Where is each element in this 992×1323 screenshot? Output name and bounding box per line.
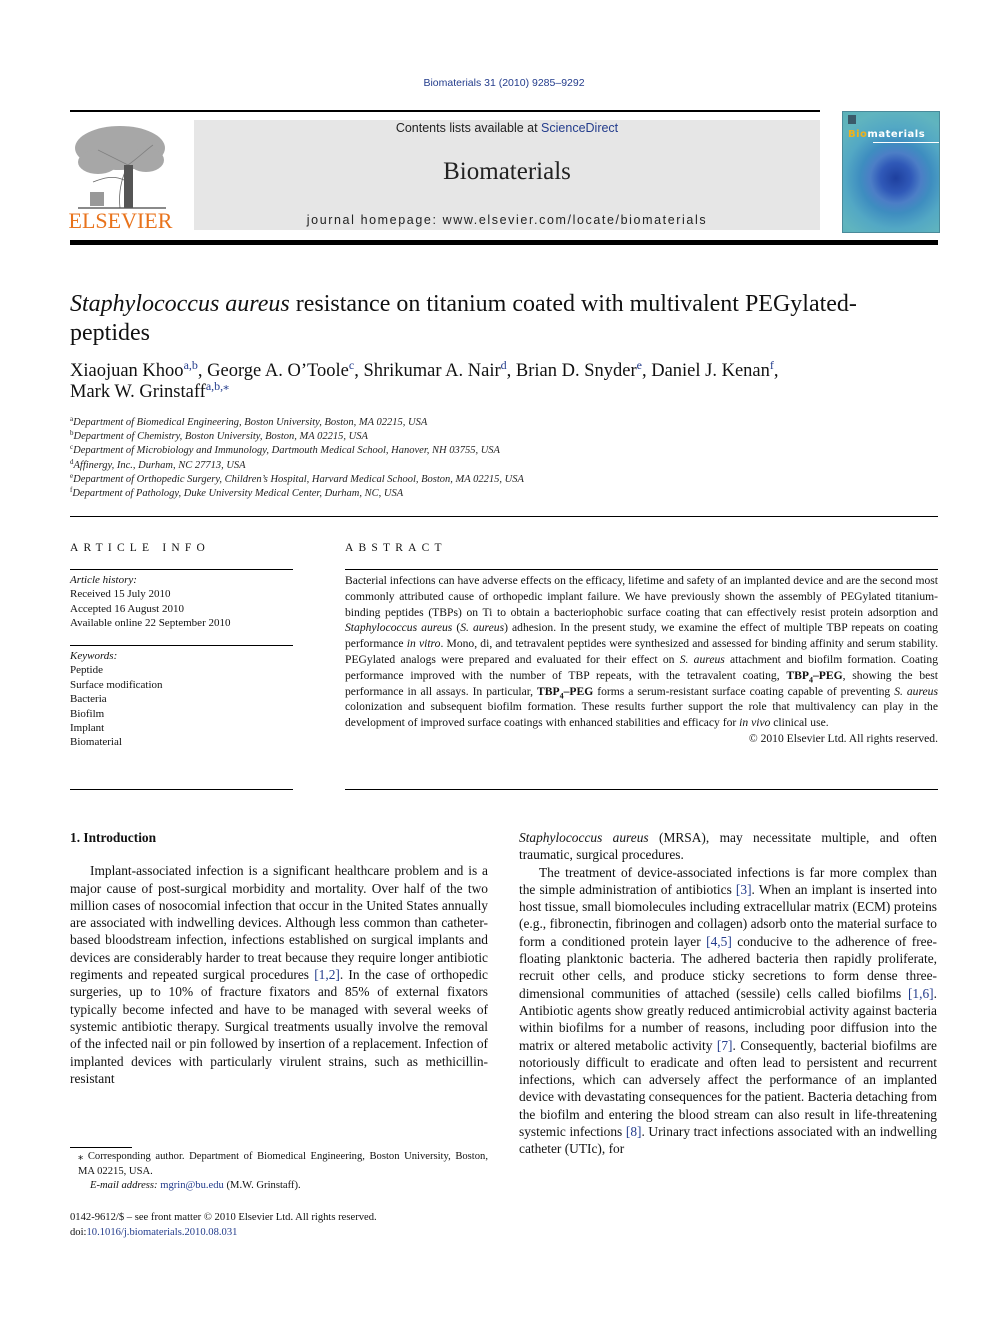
footnote-rule xyxy=(70,1147,132,1148)
journal-banner: Contents lists available at ScienceDirec… xyxy=(194,120,820,230)
affiliation: cDepartment of Microbiology and Immunolo… xyxy=(70,444,940,458)
affiliation-text: Department of Orthopedic Surgery, Childr… xyxy=(73,473,524,485)
journal-cover-image[interactable]: Biomaterials xyxy=(842,111,940,233)
elsevier-wordmark: ELSEVIER xyxy=(68,208,173,233)
intro-paragraph-1-cont: Staphylococcus aureus (MRSA), may necess… xyxy=(519,830,937,863)
corresponding-author-text: ⁎ Corresponding author. Department of Bi… xyxy=(78,1151,488,1177)
elsevier-logo[interactable]: ELSEVIER xyxy=(68,120,173,234)
sciencedirect-link[interactable]: ScienceDirect xyxy=(541,121,618,135)
compound-tbp4-peg: TBP4–PEG xyxy=(786,668,843,685)
affiliation-list: aDepartment of Biomedical Engineering, B… xyxy=(70,416,940,501)
keywords-rule xyxy=(70,645,293,646)
affiliation-text: Department of Pathology, Duke University… xyxy=(72,488,404,500)
author-separator: , xyxy=(197,361,208,381)
author-affiliation-marker[interactable]: a,b xyxy=(184,358,198,372)
front-matter-text: 0142-9612/$ – see front matter © 2010 El… xyxy=(70,1212,377,1223)
citation-ref[interactable]: [3] xyxy=(736,882,752,897)
body-column-left: 1. Introduction Implant-associated infec… xyxy=(70,829,488,1087)
cover-title: Biomaterials xyxy=(848,129,925,140)
corresponding-author-footnote: ⁎ Corresponding author. Department of Bi… xyxy=(70,1150,488,1194)
article-info-rule xyxy=(70,569,293,570)
doi-link[interactable]: 10.1016/j.biomaterials.2010.08.031 xyxy=(86,1227,237,1238)
abstract-text: Bacterial infections can have adverse ef… xyxy=(345,574,938,730)
header-rule xyxy=(70,110,820,112)
author-separator: , xyxy=(641,361,652,381)
journal-homepage[interactable]: journal homepage: www.elsevier.com/locat… xyxy=(194,213,820,227)
article-info-bottom-rule xyxy=(70,789,293,790)
affiliation: aDepartment of Biomedical Engineering, B… xyxy=(70,416,940,430)
cover-title-rest: materials xyxy=(867,129,926,140)
keyword: Implant xyxy=(70,722,105,735)
citation-ref[interactable]: [8] xyxy=(626,1124,642,1139)
header-thick-rule xyxy=(70,240,938,245)
compound-tbp4-peg: TBP4–PEG xyxy=(537,684,594,700)
cover-title-highlight: Bio xyxy=(848,129,868,140)
journal-citation-link[interactable]: Biomaterials 31 (2010) 9285–9292 xyxy=(0,77,992,89)
affiliation-text: Department of Chemistry, Boston Universi… xyxy=(73,431,368,443)
intro-paragraph-1: Implant-associated infection is a signif… xyxy=(70,863,488,1086)
article-history: Article history: Received 15 July 2010 A… xyxy=(70,573,293,631)
history-received: Received 15 July 2010 xyxy=(70,588,171,601)
article-title: Staphylococcus aureus resistance on tita… xyxy=(70,290,930,348)
keyword: Biomaterial xyxy=(70,736,122,749)
contents-available-line: Contents lists available at ScienceDirec… xyxy=(194,121,820,135)
elsevier-tree-icon xyxy=(75,126,166,209)
author-affiliation-marker[interactable]: a,b,⁎ xyxy=(206,379,229,393)
keywords: Keywords: Peptide Surface modification B… xyxy=(70,649,293,750)
citation-ref[interactable]: [4,5] xyxy=(706,934,732,949)
email-link[interactable]: mgrin@bu.edu xyxy=(160,1180,224,1191)
abstract-rule xyxy=(345,569,938,570)
intro-paragraph-2: The treatment of device-associated infec… xyxy=(519,864,937,1157)
title-italic: Staphylococcus aureus xyxy=(70,291,290,317)
article-info-heading: ARTICLE INFO xyxy=(70,542,210,554)
section-heading-introduction: 1. Introduction xyxy=(70,830,157,845)
affiliation: eDepartment of Orthopedic Surgery, Child… xyxy=(70,472,940,487)
keyword: Surface modification xyxy=(70,678,163,691)
doi-line: doi:10.1016/j.biomaterials.2010.08.031 xyxy=(70,1226,238,1238)
abstract-bottom-rule xyxy=(345,789,938,790)
keyword: Biofilm xyxy=(70,707,105,720)
keywords-label: Keywords: xyxy=(70,650,118,662)
abstract-body: Bacterial infections can have adverse ef… xyxy=(345,573,938,747)
affiliation-text: Department of Microbiology and Immunolog… xyxy=(73,445,500,457)
keyword: Peptide xyxy=(70,664,103,677)
title-rule xyxy=(70,516,938,517)
author-separator: , xyxy=(773,361,779,381)
author-name[interactable]: Daniel J. Kenan xyxy=(651,361,770,381)
keyword: Bacteria xyxy=(70,693,107,706)
body-column-right: Staphylococcus aureus (MRSA), may necess… xyxy=(519,829,937,1158)
affiliation: fDepartment of Pathology, Duke Universit… xyxy=(70,487,940,501)
author-name[interactable]: Mark W. Grinstaff xyxy=(70,382,206,402)
author-name[interactable]: George A. O’Toole xyxy=(207,361,349,381)
journal-title: Biomaterials xyxy=(443,158,571,185)
affiliation: bDepartment of Chemistry, Boston Univers… xyxy=(70,430,940,444)
cover-rule xyxy=(873,142,939,143)
citation-ref[interactable]: [1,6] xyxy=(908,986,934,1001)
abstract-copyright: © 2010 Elsevier Ltd. All rights reserved… xyxy=(748,731,938,745)
history-accepted: Accepted 16 August 2010 xyxy=(70,602,184,615)
citation-ref[interactable]: [7] xyxy=(717,1038,733,1053)
author-name[interactable]: Shrikumar A. Nair xyxy=(363,361,500,381)
affiliation: dAffinergy, Inc., Durham, NC 27713, USA xyxy=(70,458,940,473)
abstract-heading: ABSTRACT xyxy=(345,542,447,554)
author-separator: , xyxy=(506,361,516,381)
affiliation-text: Affinergy, Inc., Durham, NC 27713, USA xyxy=(73,459,246,471)
history-online: Available online 22 September 2010 xyxy=(70,617,231,630)
affiliation-text: Department of Biomedical Engineering, Bo… xyxy=(73,417,428,428)
author-name[interactable]: Brian D. Snyder xyxy=(516,361,637,381)
author-name[interactable]: Xiaojuan Khoo xyxy=(70,361,184,381)
citation-ref[interactable]: [1,2] xyxy=(314,967,340,982)
front-matter: 0142-9612/$ – see front matter © 2010 El… xyxy=(70,1211,488,1240)
contents-prefix: Contents lists available at xyxy=(395,121,542,135)
cover-publisher-icon xyxy=(848,115,856,124)
history-label: Article history: xyxy=(70,574,137,586)
email-line: E-mail address: mgrin@bu.edu (M.W. Grins… xyxy=(90,1180,301,1192)
author-list: Xiaojuan Khooa,b, George A. O’Toolec, Sh… xyxy=(70,358,940,403)
